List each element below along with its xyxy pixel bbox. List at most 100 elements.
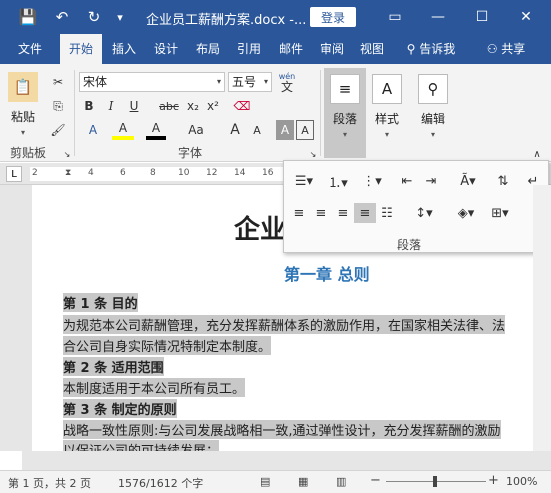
close-icon[interactable]: ✕ bbox=[506, 0, 546, 34]
decrease-indent-icon[interactable]: ⇤ bbox=[396, 171, 418, 191]
editing-button[interactable]: ⚲ 编辑 ▾ bbox=[418, 74, 448, 139]
paste-button[interactable]: 📋 粘贴 ▾ bbox=[8, 72, 38, 137]
align-left-icon[interactable]: ≡ bbox=[288, 203, 310, 223]
zoom-in-button[interactable]: + bbox=[488, 473, 499, 488]
redo-icon[interactable]: ↻ bbox=[80, 0, 108, 34]
copy-icon[interactable]: ⎘ bbox=[48, 96, 68, 116]
horizontal-scrollbar[interactable] bbox=[22, 451, 551, 470]
strikethrough-button[interactable]: abc bbox=[156, 96, 182, 116]
superscript-button[interactable]: x² bbox=[204, 96, 222, 116]
read-mode-icon[interactable]: ▤ bbox=[260, 475, 270, 488]
multilevel-list-icon[interactable]: ⋮▾ bbox=[356, 171, 388, 191]
font-group-label: 字体 bbox=[178, 146, 203, 160]
tell-me-search[interactable]: ⚲ 告诉我 bbox=[398, 34, 464, 64]
tab-view[interactable]: 视图 bbox=[354, 34, 390, 64]
undo-icon[interactable]: ↶ bbox=[48, 0, 76, 34]
title-bar: 💾 ↶ ↻ ▾ 企业员工薪酬方案.docx -... 登录 ▭ — ☐ ✕ bbox=[0, 0, 551, 34]
asian-layout-icon[interactable]: Ã▾ bbox=[452, 171, 484, 191]
clipboard-group-label: 剪贴板 bbox=[10, 146, 47, 160]
find-icon: ⚲ bbox=[418, 74, 448, 104]
ribbon-display-icon[interactable]: ▭ bbox=[375, 0, 415, 34]
share-button[interactable]: ⚇ 共享 bbox=[478, 34, 534, 64]
indent-marker[interactable]: ⧗ bbox=[65, 168, 71, 178]
styles-button[interactable]: A 样式 ▾ bbox=[372, 74, 402, 139]
paragraph-icon: ≡ bbox=[330, 74, 360, 104]
font-color-button[interactable]: A bbox=[146, 120, 166, 140]
sort-icon[interactable]: ⇅ bbox=[492, 171, 514, 191]
tab-review[interactable]: 审阅 bbox=[314, 34, 350, 64]
paragraph-panel: ☰▾ ⒈▾ ⋮▾ ⇤ ⇥ Ã▾ ⇅ ↵ ≡ ≡ ≡ ≡ ☷ ↕▾ ◈▾ ⊞▾ 段… bbox=[283, 160, 549, 253]
paragraph-panel-label: 段落 bbox=[397, 238, 422, 252]
borders-icon[interactable]: ⊞▾ bbox=[484, 203, 516, 223]
ribbon-tabs: 文件 开始 插入 设计 布局 引用 邮件 审阅 视图 ⚲ 告诉我 ⚇ 共享 bbox=[0, 34, 551, 64]
zoom-level[interactable]: 100% bbox=[506, 475, 537, 488]
doc-line: 战略一致性原则:与公司发展战略相一致,通过弹性设计，充分发挥薪酬的激励 bbox=[63, 420, 501, 439]
justify-icon[interactable]: ≡ bbox=[354, 203, 376, 223]
person-icon: ⚇ bbox=[486, 42, 498, 56]
text-effects-button[interactable]: A bbox=[80, 120, 106, 140]
underline-button[interactable]: U bbox=[124, 96, 144, 116]
highlight-color-button[interactable]: A bbox=[112, 120, 134, 140]
doc-line: 第 3 条 制定的原则 bbox=[63, 399, 177, 418]
tab-design[interactable]: 设计 bbox=[146, 34, 186, 64]
styles-icon: A bbox=[372, 74, 402, 104]
line-spacing-icon[interactable]: ↕▾ bbox=[408, 203, 440, 223]
numbering-icon[interactable]: ⒈▾ bbox=[322, 171, 354, 191]
minimize-icon[interactable]: — bbox=[418, 0, 458, 34]
clipboard-icon: 📋 bbox=[8, 72, 38, 102]
zoom-slider-thumb[interactable] bbox=[433, 476, 437, 487]
tab-file[interactable]: 文件 bbox=[8, 34, 52, 64]
tab-mailings[interactable]: 邮件 bbox=[272, 34, 310, 64]
subscript-button[interactable]: x₂ bbox=[184, 96, 202, 116]
doc-line: 以保证公司的可持续发展； bbox=[63, 440, 220, 451]
change-case-icon[interactable]: Aa bbox=[188, 120, 204, 140]
doc-line: 第 1 条 目的 bbox=[63, 293, 138, 312]
font-size-select[interactable]: 五号 ▾ bbox=[228, 72, 272, 92]
word-count[interactable]: 1576/1612 个字 bbox=[118, 475, 203, 491]
paragraph-button[interactable]: ≡ 段落 ▾ bbox=[324, 68, 366, 158]
doc-line: 第 2 条 适用范围 bbox=[63, 357, 164, 376]
grow-font-button[interactable]: A bbox=[226, 120, 244, 140]
bold-button[interactable]: B bbox=[80, 96, 98, 116]
clear-formatting-icon[interactable]: ⌫ bbox=[232, 96, 252, 116]
page-count[interactable]: 第 1 页，共 2 页 bbox=[8, 475, 91, 491]
doc-heading: 企业 bbox=[234, 215, 287, 245]
italic-button[interactable]: I bbox=[102, 96, 120, 116]
zoom-out-button[interactable]: − bbox=[370, 473, 381, 488]
print-layout-icon[interactable]: ▦ bbox=[298, 475, 308, 488]
status-bar: 第 1 页，共 2 页 1576/1612 个字 ▤ ▦ ▥ − + 100% bbox=[0, 470, 551, 493]
align-center-icon[interactable]: ≡ bbox=[310, 203, 332, 223]
doc-line: 本制度适用于本公司所有员工。 bbox=[63, 378, 246, 397]
tab-layout[interactable]: 布局 bbox=[188, 34, 228, 64]
format-painter-icon[interactable]: 🖌 bbox=[48, 120, 68, 140]
vertical-ruler bbox=[0, 185, 22, 451]
cut-icon[interactable]: ✂ bbox=[48, 72, 68, 92]
vertical-scrollbar[interactable] bbox=[533, 185, 551, 451]
maximize-icon[interactable]: ☐ bbox=[462, 0, 502, 34]
bullets-icon[interactable]: ☰▾ bbox=[288, 171, 320, 191]
clipboard-launcher-icon[interactable]: ↘ bbox=[62, 144, 72, 164]
increase-indent-icon[interactable]: ⇥ bbox=[420, 171, 442, 191]
character-border-icon[interactable]: A bbox=[296, 120, 314, 140]
shrink-font-button[interactable]: A bbox=[248, 120, 266, 140]
align-right-icon[interactable]: ≡ bbox=[332, 203, 354, 223]
tab-references[interactable]: 引用 bbox=[230, 34, 268, 64]
customize-qat-icon[interactable]: ▾ bbox=[110, 0, 130, 34]
tab-home[interactable]: 开始 bbox=[60, 34, 102, 64]
tab-selector[interactable]: L bbox=[6, 166, 22, 182]
doc-line: 为规范本公司薪酬管理，充分发挥薪酬体系的激励作用，在国家相关法律、法 bbox=[63, 315, 506, 334]
distributed-icon[interactable]: ☷ bbox=[376, 203, 398, 223]
shading-icon[interactable]: ◈▾ bbox=[450, 203, 482, 223]
font-name-select[interactable]: 宋体 ▾ bbox=[79, 72, 225, 92]
doc-line: 合公司自身实际情况特制定本制度。 bbox=[63, 336, 272, 355]
ribbon: 📋 粘贴 ▾ ✂ ⎘ 🖌 剪贴板 ↘ 宋体 ▾ 五号 ▾ wén 文 B I U ab… bbox=[0, 64, 551, 162]
save-icon[interactable]: 💾 bbox=[14, 0, 42, 34]
search-icon: ⚲ bbox=[406, 42, 416, 56]
phonetic-guide-icon[interactable]: wén 文 bbox=[276, 68, 298, 96]
character-shading-icon[interactable]: A bbox=[276, 120, 294, 140]
tab-insert[interactable]: 插入 bbox=[104, 34, 144, 64]
login-button[interactable]: 登录 bbox=[310, 7, 356, 27]
chapter-heading: 第一章 总则 bbox=[284, 265, 370, 284]
web-layout-icon[interactable]: ▥ bbox=[336, 475, 346, 488]
document-title: 企业员工薪酬方案.docx -... bbox=[146, 13, 307, 28]
